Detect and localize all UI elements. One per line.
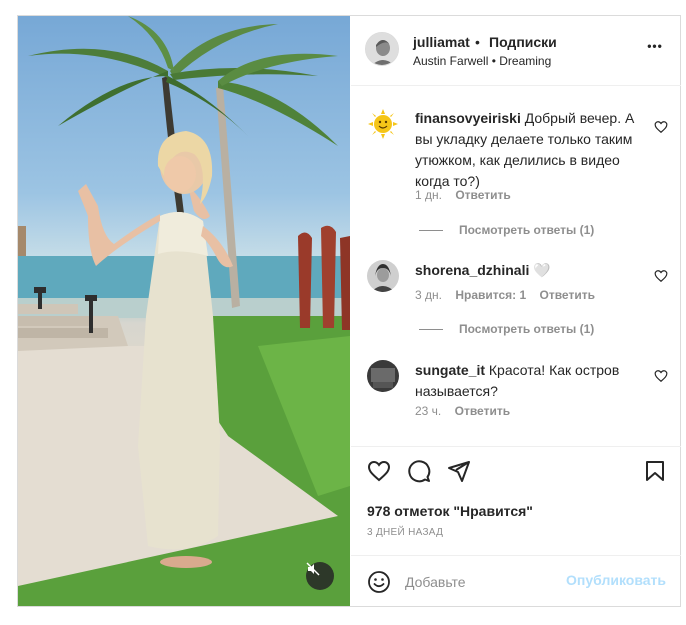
- comment-item: shorena_dzhinali 🤍 3 дн. Нравится: 1 Отв…: [351, 256, 681, 316]
- header-separator: •: [475, 34, 480, 50]
- post-sidebar: julliamat • Подписки Austin Farwell • Dr…: [351, 16, 681, 606]
- reply-button[interactable]: Ответить: [455, 404, 510, 418]
- following-button[interactable]: Подписки: [489, 34, 557, 50]
- comment-time[interactable]: 1 дн.: [415, 188, 442, 202]
- view-replies-button[interactable]: Посмотреть ответы (1): [419, 322, 594, 336]
- comment-meta: 1 дн. Ответить: [415, 188, 521, 202]
- author-username[interactable]: julliamat: [413, 34, 470, 50]
- comment-body: finansovyeiriski Добрый вечер. А вы укла…: [415, 108, 643, 192]
- view-replies-label: Посмотреть ответы (1): [459, 223, 595, 237]
- commenter-avatar[interactable]: [367, 360, 399, 392]
- comment-body: sungate_it Красота! Как остров называетс…: [415, 360, 643, 402]
- commenter-avatar[interactable]: [367, 260, 399, 292]
- post-video[interactable]: [18, 16, 350, 606]
- view-replies-label: Посмотреть ответы (1): [459, 322, 595, 336]
- post-header: julliamat • Подписки Austin Farwell • Dr…: [351, 16, 681, 86]
- share-icon[interactable]: [447, 459, 471, 483]
- mute-button[interactable]: [306, 562, 334, 590]
- comment-text: 🤍: [533, 262, 551, 278]
- comment-item: sungate_it Красота! Как остров называетс…: [351, 356, 681, 436]
- avatar-photo-icon: [366, 33, 398, 65]
- view-replies-button[interactable]: Посмотреть ответы (1): [419, 223, 594, 237]
- post-date[interactable]: 3 ДНЕЙ НАЗАД: [367, 527, 443, 538]
- comment-like-heart-icon[interactable]: [654, 120, 668, 134]
- author-avatar[interactable]: [365, 32, 399, 66]
- comment-icon[interactable]: [407, 459, 431, 483]
- avatar-photo-icon: [367, 260, 399, 292]
- comment-time[interactable]: 23 ч.: [415, 404, 441, 418]
- replies-divider: [419, 328, 443, 330]
- add-comment-row: Опубликовать: [351, 555, 681, 607]
- likes-count[interactable]: 978 отметок "Нравится": [367, 503, 533, 519]
- post-actions: 978 отметок "Нравится" 3 ДНЕЙ НАЗАД Опуб…: [351, 446, 681, 606]
- video-frame: [18, 16, 350, 606]
- avatar-photo-icon: [367, 360, 399, 392]
- comment-item: finansovyeiriski Добрый вечер. А вы укла…: [351, 104, 681, 224]
- replies-divider: [419, 229, 443, 231]
- comment-username[interactable]: shorena_dzhinali: [415, 262, 529, 278]
- comment-like-heart-icon[interactable]: [654, 369, 668, 383]
- reply-button[interactable]: Ответить: [455, 188, 510, 202]
- commenter-avatar[interactable]: [367, 108, 399, 140]
- comment-body: shorena_dzhinali 🤍: [415, 260, 643, 281]
- audio-track-link[interactable]: Austin Farwell • Dreaming: [413, 54, 551, 68]
- heart-icon[interactable]: [367, 459, 391, 483]
- sun-emoji-avatar-icon: [368, 109, 398, 139]
- reply-button[interactable]: Ответить: [540, 288, 595, 302]
- comment-meta: 3 дн. Нравится: 1 Ответить: [415, 288, 605, 302]
- bookmark-icon[interactable]: [643, 459, 667, 483]
- more-options-button[interactable]: •••: [643, 38, 667, 54]
- comment-username[interactable]: finansovyeiriski: [415, 110, 521, 126]
- emoji-icon[interactable]: [367, 570, 391, 594]
- instagram-post: julliamat • Подписки Austin Farwell • Dr…: [17, 15, 681, 607]
- speaker-muted-icon: [306, 562, 320, 576]
- comment-likes-count[interactable]: Нравится: 1: [455, 288, 526, 302]
- comment-username[interactable]: sungate_it: [415, 362, 485, 378]
- comment-like-heart-icon[interactable]: [654, 269, 668, 283]
- more-icon: •••: [647, 39, 663, 53]
- publish-button[interactable]: Опубликовать: [566, 572, 666, 588]
- comment-meta: 23 ч. Ответить: [415, 404, 520, 418]
- comment-time[interactable]: 3 дн.: [415, 288, 442, 302]
